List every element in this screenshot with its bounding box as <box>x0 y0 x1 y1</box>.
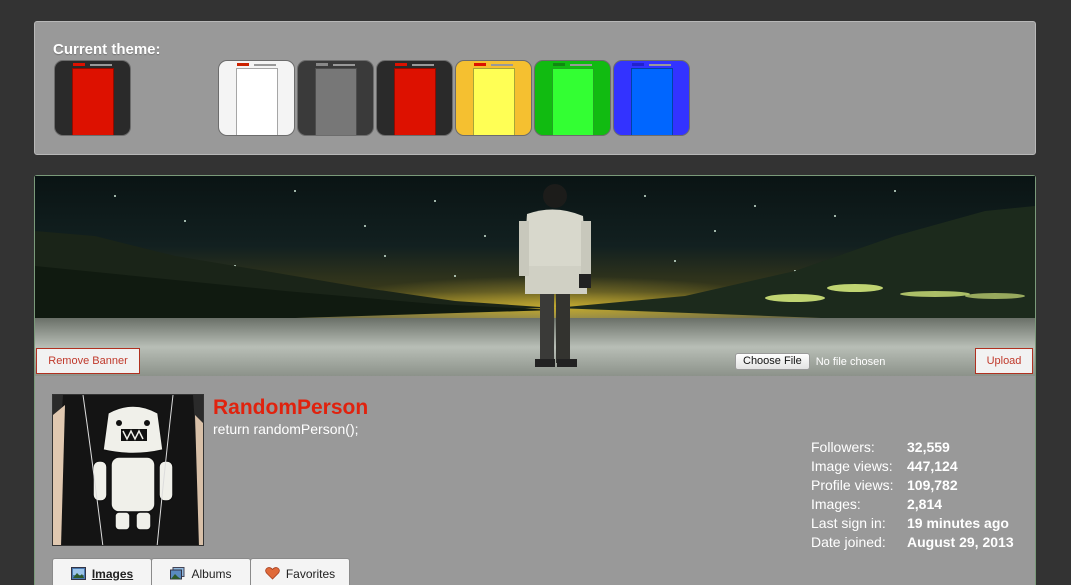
banner-image <box>35 184 1035 376</box>
stat-value: 109,782 <box>907 477 958 493</box>
theme-option-green[interactable] <box>534 60 611 136</box>
stat-value: 2,814 <box>907 496 943 512</box>
images-icon <box>70 567 86 580</box>
profile-panel: Remove Banner Choose File No file chosen… <box>34 175 1036 585</box>
theme-option-gray[interactable] <box>297 60 374 136</box>
stat-value: 447,124 <box>907 458 958 474</box>
tab-images[interactable]: Images <box>52 558 152 585</box>
remove-banner-button[interactable]: Remove Banner <box>36 348 140 374</box>
stat-label: Profile views: <box>811 477 894 493</box>
stat-value: 32,559 <box>907 439 950 455</box>
avatar[interactable] <box>52 394 204 546</box>
stat-value: 19 minutes ago <box>907 515 1009 531</box>
albums-icon <box>170 567 185 580</box>
current-theme-preview <box>54 60 131 136</box>
avatar-image <box>53 395 203 545</box>
stat-label: Image views: <box>811 458 893 474</box>
upload-button[interactable]: Upload <box>975 348 1033 374</box>
profile-stats: Followers: 32,559 Image views: 447,124 Pro… <box>811 438 1014 552</box>
heart-icon <box>265 567 280 580</box>
profile-tabs: Images Albums Favorites <box>52 558 350 585</box>
theme-title: Current theme: <box>53 41 161 58</box>
user-tagline: return randomPerson(); <box>213 421 359 437</box>
file-chooser: Choose File No file chosen <box>735 353 885 370</box>
theme-option-blue[interactable] <box>613 60 690 136</box>
choose-file-button[interactable]: Choose File <box>735 353 810 370</box>
theme-option-yellow[interactable] <box>455 60 532 136</box>
stat-followers: Followers: 32,559 <box>811 438 1014 457</box>
theme-option-white[interactable] <box>218 60 295 136</box>
no-file-chosen-text: No file chosen <box>815 355 886 368</box>
stat-label: Images: <box>811 496 861 512</box>
tab-label: Albums <box>191 566 232 581</box>
stat-profile-views: Profile views: 109,782 <box>811 476 1014 495</box>
stat-value: August 29, 2013 <box>907 534 1014 550</box>
stat-label: Followers: <box>811 439 875 455</box>
stat-last-sign-in: Last sign in: 19 minutes ago <box>811 514 1014 533</box>
stat-label: Date joined: <box>811 534 886 550</box>
tab-albums[interactable]: Albums <box>151 558 251 585</box>
stat-label: Last sign in: <box>811 515 886 531</box>
stat-images: Images: 2,814 <box>811 495 1014 514</box>
username: RandomPerson <box>213 396 369 419</box>
stat-image-views: Image views: 447,124 <box>811 457 1014 476</box>
theme-panel: Current theme: <box>34 21 1036 155</box>
theme-option-red[interactable] <box>376 60 453 136</box>
tab-favorites[interactable]: Favorites <box>250 558 350 585</box>
tab-label: Favorites <box>285 566 336 581</box>
tab-label: Images <box>91 566 134 581</box>
stat-date-joined: Date joined: August 29, 2013 <box>811 533 1014 552</box>
profile-banner: Remove Banner Choose File No file chosen… <box>35 176 1035 376</box>
